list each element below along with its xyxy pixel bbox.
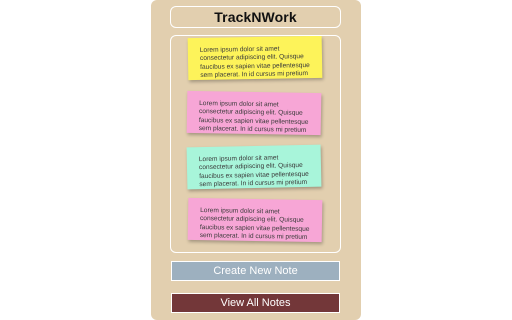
- extension-popup: TrackNWork Lorem ipsum dolor sit amet co…: [151, 0, 361, 320]
- sticky-note[interactable]: Lorem ipsum dolor sit amet consectetur a…: [186, 90, 322, 136]
- sticky-note[interactable]: Lorem ipsum dolor sit amet consectetur a…: [187, 36, 323, 81]
- sticky-note[interactable]: Lorem ipsum dolor sit amet consectetur a…: [187, 197, 323, 243]
- view-all-notes-button[interactable]: View All Notes: [171, 293, 340, 313]
- app-title: TrackNWork: [214, 9, 297, 25]
- note-text: Lorem ipsum dolor sit amet consectetur a…: [199, 45, 310, 81]
- app-header: TrackNWork: [170, 6, 341, 28]
- note-text: Lorem ipsum dolor sit amet consectetur a…: [198, 100, 309, 135]
- note-text: Lorem ipsum dolor sit amet consectetur a…: [199, 207, 310, 242]
- sticky-note[interactable]: Lorem ipsum dolor sit amet consectetur a…: [186, 144, 322, 190]
- note-text: Lorem ipsum dolor sit amet consectetur a…: [198, 154, 309, 189]
- notes-list[interactable]: Lorem ipsum dolor sit amet consectetur a…: [170, 35, 341, 253]
- create-new-note-button[interactable]: Create New Note: [171, 261, 340, 281]
